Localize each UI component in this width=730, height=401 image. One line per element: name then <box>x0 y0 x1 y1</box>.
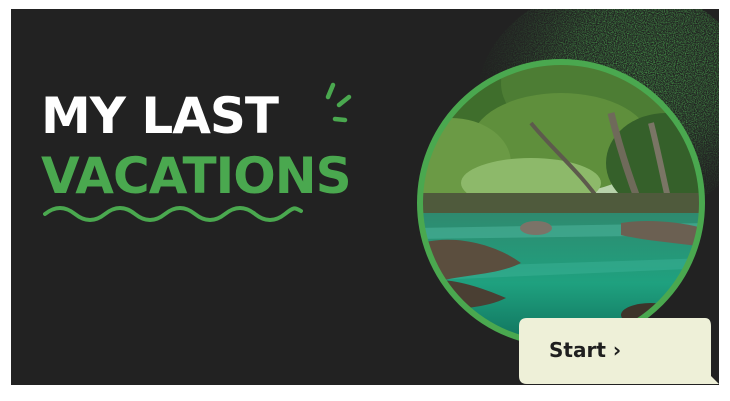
title-slide: MY LAST VACATIONS Start › <box>11 9 719 385</box>
vacation-photo <box>417 59 705 347</box>
sparkle-lines-icon <box>325 82 352 123</box>
wavy-underline-icon <box>43 206 303 222</box>
title-line-my-last: MY LAST <box>41 87 279 145</box>
title-line-vacations: VACATIONS <box>41 147 352 205</box>
start-button-label: Start › <box>549 338 622 362</box>
page-frame: MY LAST VACATIONS Start › <box>0 0 730 401</box>
start-button[interactable]: Start › <box>519 318 719 384</box>
